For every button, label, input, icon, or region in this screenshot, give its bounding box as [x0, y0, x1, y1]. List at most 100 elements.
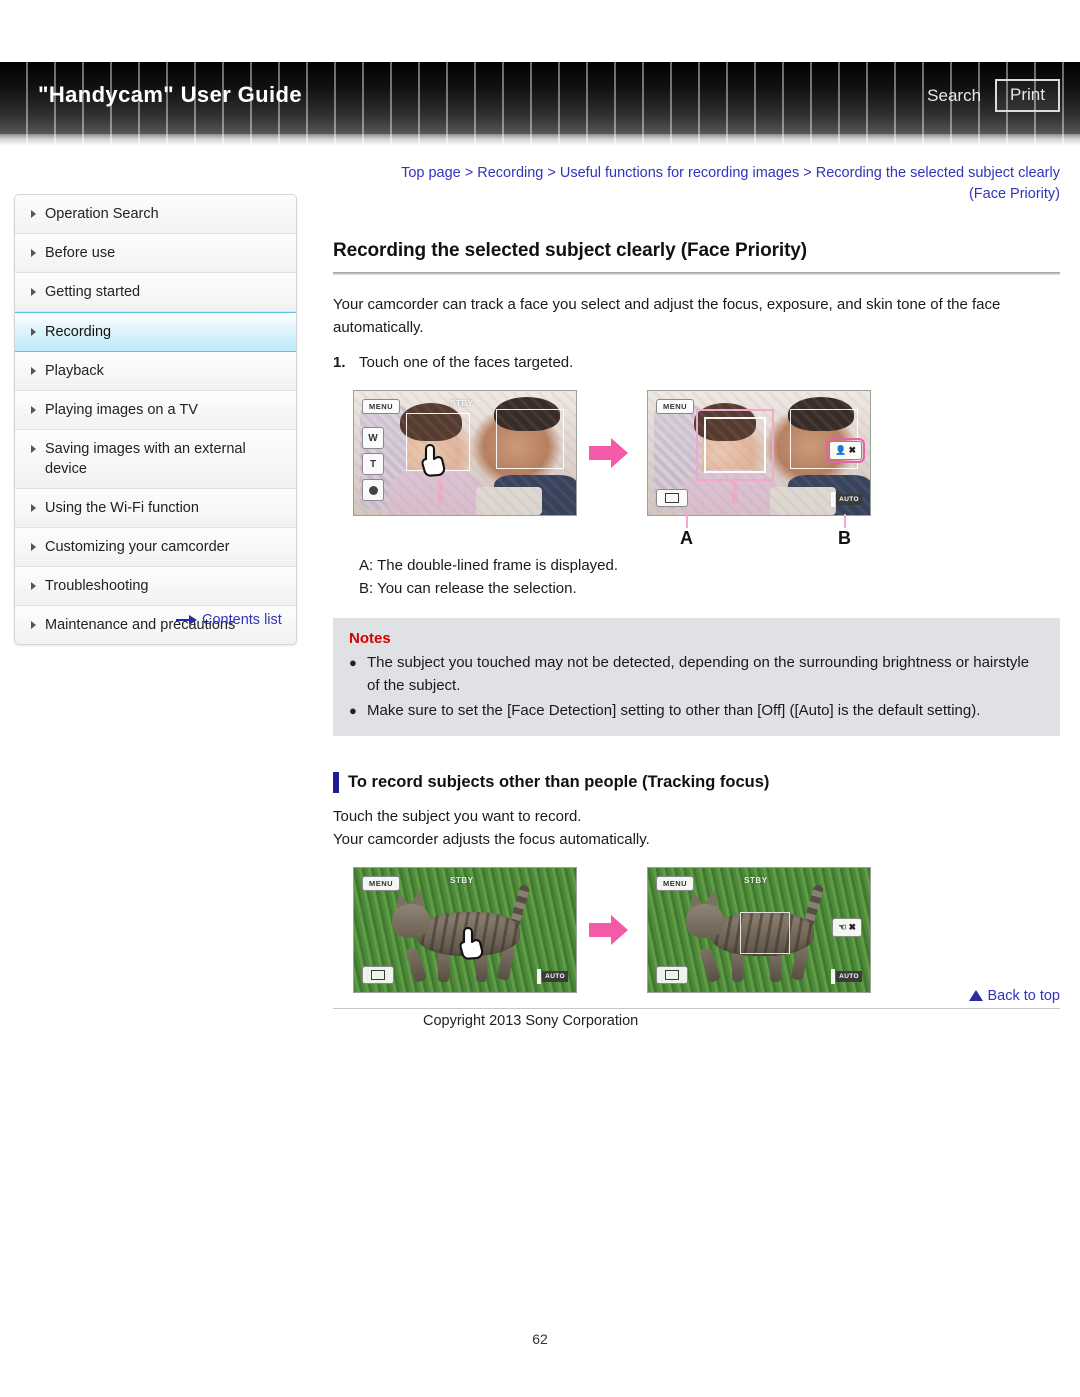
touch-hand-cursor [420, 443, 446, 477]
header-gradient-strip [0, 134, 1080, 146]
sidebar-item-customizing-camcorder[interactable]: Customizing your camcorder [15, 528, 296, 567]
search-link[interactable]: Search [927, 86, 981, 106]
copyright-text: Copyright 2013 Sony Corporation [423, 1013, 639, 1029]
touch-hand-cursor [458, 926, 484, 960]
sidebar-item-recording[interactable]: Recording [15, 312, 296, 352]
auto-indicator-bar [831, 969, 836, 984]
camera-screen-after: MENU 👤 ✖ AUTO [647, 390, 871, 516]
callout-a-label: A [680, 528, 693, 548]
tracking-focus-frame [740, 912, 790, 954]
subheading-label: To record subjects other than people (Tr… [348, 773, 770, 791]
sidebar-item-label: Customizing your camcorder [45, 539, 230, 555]
step-number: 1. [333, 354, 346, 371]
sidebar-item-label: Saving images with an external device [45, 441, 246, 477]
sidebar-item-saving-images-external-device[interactable]: Saving images with an external device [15, 430, 296, 489]
sidebar-item-label: Playing images on a TV [45, 402, 198, 418]
intro-paragraph: Your camcorder can track a face you sele… [333, 296, 1001, 336]
scene-cat-leg [405, 946, 427, 984]
subheading-body: Touch the subject you want to record. Yo… [333, 805, 1060, 851]
menu-button-icon[interactable]: MENU [362, 876, 401, 891]
selected-face-frame-inner [704, 417, 766, 473]
person-icon: 👤 [835, 445, 847, 455]
sidebar-item-label: Operation Search [45, 206, 159, 222]
step-text: Touch one of the faces targeted. [359, 354, 574, 371]
hand-pointer-icon: ☜ [838, 922, 847, 932]
scene-adult-clothing [494, 475, 576, 515]
face-detection-frame-adult [496, 409, 564, 469]
site-header: "Handycam" User Guide Search Print [0, 62, 1080, 146]
sidebar-item-operation-search[interactable]: Operation Search [15, 195, 296, 234]
face-detection-frame-adult [790, 409, 858, 469]
callout-a-leader-line [686, 514, 688, 528]
title-divider [333, 272, 1060, 275]
notes-box: Notes ● The subject you touched may not … [333, 618, 1060, 736]
zoom-tele-button[interactable]: T [362, 453, 384, 475]
standby-indicator: STBY [450, 876, 474, 885]
standby-indicator: STBY [744, 876, 768, 885]
step-1: 1. Touch one of the faces targeted. [333, 351, 1060, 374]
callout-b: B [838, 514, 851, 549]
sidebar-item-playing-images-on-a-tv[interactable]: Playing images on a TV [15, 391, 296, 430]
sidebar-item-label: Recording [45, 324, 112, 340]
breadcrumb: Top page > Recording > Useful functions … [333, 163, 1060, 205]
playback-button-icon[interactable] [656, 489, 688, 507]
auto-mode-label: AUTO [836, 971, 862, 982]
menu-button-icon[interactable]: MENU [362, 399, 401, 414]
back-to-top[interactable]: Back to top [333, 988, 1060, 1004]
breadcrumb-line-2[interactable]: (Face Priority) [333, 184, 1060, 205]
transition-arrow-icon [589, 913, 635, 947]
sidebar-item-label: Using the Wi-Fi function [45, 500, 199, 516]
main-content: Recording the selected subject clearly (… [333, 240, 1060, 993]
bullet-icon: ● [349, 655, 357, 670]
subheading-accent-bar [333, 772, 339, 793]
sidebar-item-troubleshooting[interactable]: Troubleshooting [15, 567, 296, 606]
camera-screen-before: MENU STBY W T [353, 390, 577, 516]
note-text: Make sure to set the [Face Detection] se… [367, 702, 981, 719]
callout-b-label: B [838, 528, 851, 548]
camera-screen-cat-after: MENU STBY ☜ ✖ AUTO [647, 867, 871, 993]
camera-screen-cat-before: MENU STBY AUTO [353, 867, 577, 993]
menu-button-icon[interactable]: MENU [656, 876, 695, 891]
callout-row: A B [333, 514, 1060, 552]
contents-list-label: Contents list [202, 612, 282, 628]
zoom-wide-button[interactable]: W [362, 427, 384, 449]
header-actions: Search Print [927, 79, 1060, 112]
scene-cake [476, 487, 542, 515]
sidebar-nav: Operation Search Before use Getting star… [14, 194, 297, 645]
scene-candle [438, 477, 443, 505]
auto-indicator-bar [537, 969, 542, 984]
auto-mode-indicator: AUTO [831, 492, 862, 507]
sidebar-item-using-wifi-function[interactable]: Using the Wi-Fi function [15, 489, 296, 528]
record-button-icon[interactable] [362, 479, 384, 501]
footer-divider [333, 1008, 1060, 1009]
breadcrumb-line-1[interactable]: Top page > Recording > Useful functions … [333, 163, 1060, 184]
print-button[interactable]: Print [995, 79, 1060, 112]
playback-button-icon[interactable] [656, 966, 688, 984]
auto-mode-indicator: AUTO [831, 969, 862, 984]
contents-list-link[interactable]: Contents list [176, 612, 282, 628]
playback-button-icon[interactable] [362, 966, 394, 984]
release-selection-label: ✖ [848, 922, 856, 932]
release-selection-button[interactable]: ☜ ✖ [832, 918, 862, 937]
auto-indicator-bar [831, 492, 836, 507]
callout-descriptions: A: The double-lined frame is displayed. … [333, 554, 1060, 600]
sidebar-item-before-use[interactable]: Before use [15, 234, 296, 273]
sub-line-2: Your camcorder adjusts the focus automat… [333, 831, 650, 848]
release-selection-button[interactable]: 👤 ✖ [826, 438, 865, 463]
page-number: 62 [532, 1331, 548, 1347]
figure-tracking-focus: MENU STBY AUTO MENU STBY ☜ ✖ AUTO [333, 867, 1060, 993]
menu-button-icon[interactable]: MENU [656, 399, 695, 414]
scene-cake [770, 487, 836, 515]
sidebar-item-getting-started[interactable]: Getting started [15, 273, 296, 312]
sidebar-item-label: Playback [45, 363, 104, 379]
bullet-icon: ● [349, 703, 357, 718]
sidebar-item-playback[interactable]: Playback [15, 352, 296, 391]
auto-mode-label: AUTO [542, 971, 568, 982]
standby-indicator: STBY [450, 399, 474, 408]
arrow-right-icon [176, 615, 198, 625]
auto-mode-indicator: AUTO [537, 969, 568, 984]
sidebar-item-label: Troubleshooting [45, 578, 149, 594]
sub-line-1: Touch the subject you want to record. [333, 808, 582, 825]
note-item: ● Make sure to set the [Face Detection] … [349, 699, 1044, 722]
back-to-top-label[interactable]: Back to top [987, 988, 1060, 1004]
